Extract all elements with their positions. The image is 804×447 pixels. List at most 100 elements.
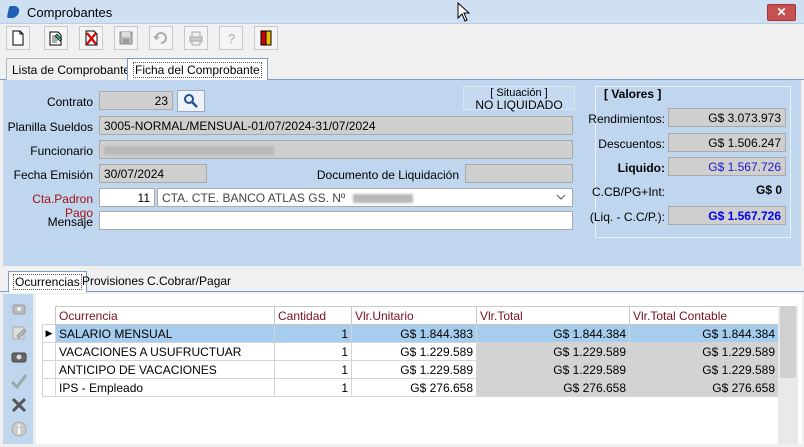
cell-vlr-total-contable[interactable]: G$ 1.229.589 — [629, 360, 779, 379]
info-button[interactable] — [8, 418, 30, 440]
main-tab-strip: Lista de Comprobantes Ficha del Comproba… — [0, 58, 804, 81]
tab-label: Lista de Comprobantes — [12, 63, 137, 77]
tab-label: Ocurrencias — [13, 274, 82, 290]
funcionario-field[interactable] — [99, 140, 573, 159]
scrollbar-thumb[interactable] — [780, 306, 796, 378]
ocurrencias-grid-area: Ocurrencia Cantidad Vlr.Unitario Vlr.Tot… — [36, 294, 802, 444]
undo-button[interactable] — [149, 26, 173, 50]
col-header-ocurrencia[interactable]: Ocurrencia — [55, 306, 275, 325]
cell-vlr-unitario[interactable]: G$ 1.844.383 — [351, 324, 477, 343]
contrato-field[interactable]: 23 — [99, 91, 173, 110]
col-header-vlr-unitario[interactable]: Vlr.Unitario — [351, 306, 477, 325]
edit-document-icon — [49, 31, 63, 46]
print-button[interactable] — [184, 26, 208, 50]
cell-vlr-total[interactable]: G$ 1.844.384 — [476, 324, 630, 343]
documento-liquidacion-label: Documento de Liquidación — [316, 168, 459, 182]
cell-ocurrencia[interactable]: VACACIONES A USUFRUCTUAR — [55, 342, 275, 361]
col-header-cantidad[interactable]: Cantidad — [274, 306, 352, 325]
fecha-emision-field[interactable]: 30/07/2024 — [99, 164, 207, 183]
liq-ccp-field: G$ 1.567.726 — [668, 206, 786, 225]
table-row[interactable]: IPS - Empleado 1 G$ 276.658 G$ 276.658 G… — [42, 378, 779, 397]
save-button[interactable] — [114, 26, 138, 50]
close-button[interactable]: ✕ — [767, 4, 796, 21]
cell-vlr-total[interactable]: G$ 276.658 — [476, 378, 630, 397]
documento-liquidacion-field[interactable] — [465, 164, 573, 183]
edit-record-button[interactable] — [8, 322, 30, 344]
chevron-down-icon[interactable] — [556, 192, 566, 202]
mensaje-label: Mensaje — [47, 215, 93, 229]
cell-vlr-total[interactable]: G$ 1.229.589 — [476, 360, 630, 379]
ccbpg-field: G$ 0 — [668, 181, 786, 200]
tab-label: C.Cobrar/Pagar — [147, 274, 232, 288]
planilla-field[interactable]: 3005-NORMAL/MENSUAL-01/07/2024-31/07/202… — [99, 116, 573, 135]
cell-ocurrencia[interactable]: ANTICIPO DE VACACIONES — [55, 360, 275, 379]
col-header-vlr-total[interactable]: Vlr.Total — [476, 306, 630, 325]
situacion-box: [ Situación ] NO LIQUIDADO — [463, 86, 575, 111]
ficha-panel: Contrato 23 [ Situación ] NO LIQUIDADO P… — [3, 80, 801, 266]
descuentos-label: Descuentos: — [598, 137, 665, 151]
tab-ficha-comprobante[interactable]: Ficha del Comprobante — [127, 58, 268, 81]
cell-cantidad[interactable]: 1 — [274, 324, 352, 343]
planilla-label: Planilla Sueldos — [7, 120, 93, 134]
cell-vlr-unitario[interactable]: G$ 1.229.589 — [351, 342, 477, 361]
tab-provisiones[interactable]: Provisiones — [78, 271, 148, 292]
help-icon: ? — [228, 31, 235, 46]
cell-vlr-total-contable[interactable]: G$ 1.229.589 — [629, 342, 779, 361]
liq-ccp-label: (Liq. - C.C/P.): — [589, 210, 665, 224]
cell-cantidad[interactable]: 1 — [274, 360, 352, 379]
mensaje-field[interactable] — [99, 211, 573, 230]
table-row[interactable]: VACACIONES A USUFRUCTUAR 1 G$ 1.229.589 … — [42, 342, 779, 361]
exit-door-icon — [260, 30, 272, 46]
save-icon — [119, 31, 133, 45]
col-header-vlr-total-contable[interactable]: Vlr.Total Contable — [629, 306, 779, 325]
detail-tab-strip: Ocurrencias Provisiones C.Cobrar/Pagar — [0, 270, 804, 293]
contrato-search-button[interactable] — [177, 90, 205, 112]
view-record-icon — [11, 352, 27, 363]
svg-text:?: ? — [228, 31, 235, 46]
toolbar: ? — [0, 24, 804, 52]
vertical-scrollbar[interactable] — [778, 306, 798, 444]
cell-cantidad[interactable]: 1 — [274, 342, 352, 361]
cell-ocurrencia[interactable]: IPS - Empleado — [55, 378, 275, 397]
add-record-button[interactable] — [8, 298, 30, 320]
descuentos-field: G$ 1.506.247 — [668, 133, 786, 152]
title-bar: Comprobantes ✕ — [0, 0, 804, 24]
table-row[interactable]: ANTICIPO DE VACACIONES 1 G$ 1.229.589 G$… — [42, 360, 779, 379]
view-record-button[interactable] — [8, 346, 30, 368]
cell-cantidad[interactable]: 1 — [274, 378, 352, 397]
ocurrencias-table: Ocurrencia Cantidad Vlr.Unitario Vlr.Tot… — [42, 306, 779, 397]
tab-ocurrencias[interactable]: Ocurrencias — [8, 271, 87, 293]
window-title: Comprobantes — [27, 5, 113, 20]
info-icon — [11, 421, 27, 437]
new-document-button[interactable] — [6, 26, 30, 50]
cell-vlr-total[interactable]: G$ 1.229.589 — [476, 342, 630, 361]
cta-padron-select[interactable]: CTA. CTE. BANCO ATLAS GS. Nº — [157, 188, 573, 207]
table-row[interactable]: ▶ SALARIO MENSUAL 1 G$ 1.844.383 G$ 1.84… — [42, 324, 779, 343]
edit-document-button[interactable] — [44, 26, 68, 50]
cell-vlr-total-contable[interactable]: G$ 1.844.384 — [629, 324, 779, 343]
cell-vlr-total-contable[interactable]: G$ 276.658 — [629, 378, 779, 397]
undo-icon — [153, 32, 167, 44]
exit-button[interactable] — [254, 26, 278, 50]
cell-vlr-unitario[interactable]: G$ 276.658 — [351, 378, 477, 397]
delete-document-button[interactable] — [79, 26, 103, 50]
edit-record-icon — [12, 326, 27, 340]
help-button[interactable]: ? — [219, 26, 243, 50]
cell-vlr-unitario[interactable]: G$ 1.229.589 — [351, 360, 477, 379]
row-selected-indicator: ▶ — [42, 324, 56, 343]
tab-ccobrar-pagar[interactable]: C.Cobrar/Pagar — [143, 271, 235, 292]
search-icon — [184, 94, 198, 108]
cancel-x-icon — [11, 397, 27, 413]
record-action-sidebar — [3, 294, 33, 444]
valores-title: [ Valores ] — [604, 87, 662, 101]
redacted-name — [104, 146, 274, 156]
cta-padron-code-field[interactable]: 11 — [99, 188, 155, 207]
rendimientos-field: G$ 3.073.973 — [668, 108, 786, 127]
row-indicator — [42, 342, 56, 361]
tab-lista-comprobantes[interactable]: Lista de Comprobantes — [6, 58, 143, 80]
tab-label: Provisiones — [82, 274, 145, 288]
cell-ocurrencia[interactable]: SALARIO MENSUAL — [55, 324, 275, 343]
tab-label: Ficha del Comprobante — [133, 62, 262, 78]
cancel-button[interactable] — [8, 394, 30, 416]
confirm-button[interactable] — [8, 370, 30, 392]
